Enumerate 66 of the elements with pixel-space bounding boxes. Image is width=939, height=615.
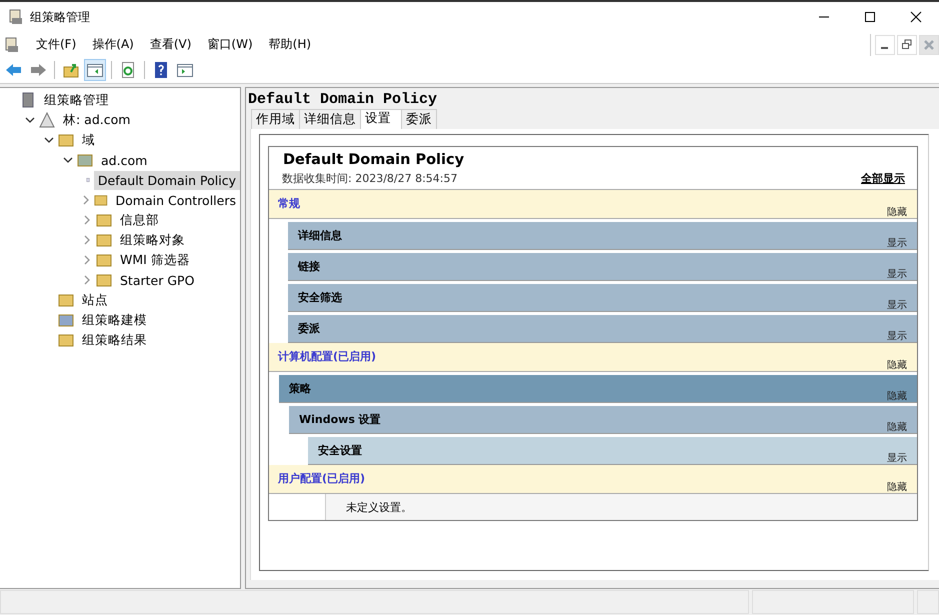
- toggle-link[interactable]: 隐藏: [887, 482, 907, 493]
- tree-item[interactable]: 站点: [78, 290, 112, 310]
- tree-item[interactable]: Default Domain Policy: [94, 170, 240, 190]
- tree-item[interactable]: 组策略管理: [40, 90, 113, 110]
- menu-item[interactable]: 操作(A): [84, 36, 142, 53]
- tree-node-icon: [58, 292, 74, 308]
- toggle-link[interactable]: 隐藏: [887, 360, 907, 371]
- tab[interactable]: 设置: [360, 109, 402, 129]
- category-title: 常规: [277, 196, 301, 212]
- category-title: 计算机配置(已启用): [276, 349, 378, 365]
- menu-item[interactable]: 查看(V): [142, 36, 200, 53]
- policy-title: Default Domain Policy: [247, 90, 438, 110]
- document-icon[interactable]: [4, 36, 20, 52]
- tree-node-icon: [58, 312, 74, 328]
- tree-node-icon: [58, 132, 74, 148]
- tree-node-icon: [58, 332, 74, 348]
- note-text: 未定义设置。: [326, 494, 917, 520]
- show-all-link[interactable]: 全部显示: [861, 171, 905, 186]
- tree-item[interactable]: 林: ad.com: [59, 110, 134, 130]
- toggle-link[interactable]: 隐藏: [887, 422, 907, 433]
- tree-item[interactable]: 组策略结果: [78, 330, 151, 350]
- tree-item[interactable]: WMI 筛选器: [116, 250, 194, 270]
- tree-node-icon: [96, 272, 112, 288]
- toggle-link[interactable]: 显示: [887, 331, 907, 342]
- tree-item[interactable]: 组策略建模: [78, 310, 151, 330]
- toggle-link[interactable]: 显示: [887, 453, 907, 464]
- toggle-link[interactable]: 显示: [887, 269, 907, 280]
- tree-item[interactable]: 信息部: [116, 210, 163, 230]
- toggle-link[interactable]: 隐藏: [887, 207, 907, 218]
- tree-item[interactable]: Starter GPO: [116, 270, 198, 290]
- panel-icon[interactable]: [84, 59, 106, 81]
- chevron-icon[interactable]: [63, 155, 73, 165]
- section-title: 安全设置: [317, 443, 363, 459]
- section-title: 链接: [296, 259, 321, 275]
- menu-item[interactable]: 文件(F): [28, 36, 84, 53]
- section-title: Windows 设置: [298, 412, 382, 428]
- chevron-icon[interactable]: [44, 135, 54, 145]
- toggle-link[interactable]: 显示: [887, 238, 907, 249]
- toggle-link[interactable]: 隐藏: [887, 391, 907, 402]
- tree-item[interactable]: Domain Controllers: [112, 190, 240, 210]
- tab[interactable]: 作用域: [251, 109, 300, 129]
- tree-item[interactable]: 域: [78, 130, 99, 150]
- restore-icon[interactable]: [897, 34, 917, 54]
- tree-item[interactable]: 组策略对象: [116, 230, 189, 250]
- tree-node-icon: [39, 112, 55, 128]
- tree-node-icon: [96, 212, 112, 228]
- section-title: 详细信息: [296, 228, 343, 244]
- minimize-icon[interactable]: [875, 34, 895, 54]
- menu-item[interactable]: 帮助(H): [260, 36, 320, 53]
- chevron-icon[interactable]: [25, 115, 35, 125]
- tree-node-icon: [96, 252, 112, 268]
- collection-time: 数据收集时间: 2023/8/27 8:54:57: [282, 171, 458, 186]
- tree-node-icon: [20, 92, 36, 108]
- section-title: 委派: [297, 321, 321, 337]
- category-title: 用户配置(已启用): [276, 471, 366, 487]
- app-icon: [8, 9, 24, 25]
- menu-item[interactable]: 窗口(W): [199, 36, 261, 53]
- tree-item[interactable]: ad.com: [97, 150, 152, 170]
- report-title: Default Domain Policy: [282, 151, 466, 170]
- section-title: 安全筛选: [297, 290, 343, 306]
- section-title: 策略: [288, 381, 312, 397]
- tab[interactable]: 委派: [401, 109, 437, 129]
- tree-node-icon: [96, 232, 112, 248]
- toggle-link[interactable]: 显示: [887, 300, 907, 311]
- window-title: 组策略管理: [30, 8, 90, 26]
- tree-node-icon: [77, 152, 93, 168]
